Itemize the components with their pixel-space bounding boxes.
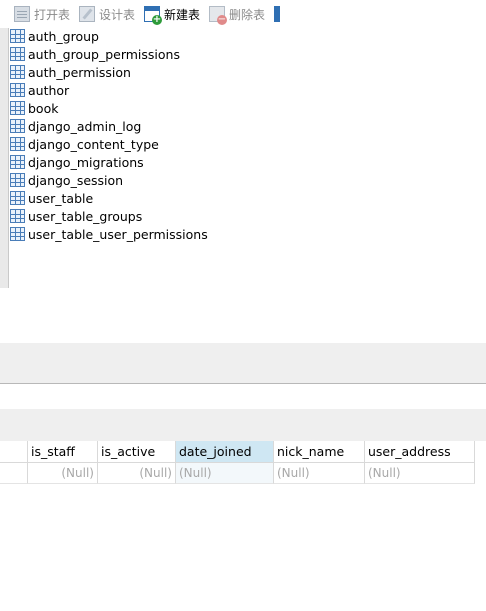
import-table-icon	[274, 6, 280, 22]
delete-table-button[interactable]: 删除表	[209, 4, 266, 25]
new-table-button[interactable]: 新建表	[144, 4, 201, 25]
column-header-date-joined[interactable]: date_joined	[176, 441, 274, 462]
table-item[interactable]: user_table	[10, 189, 310, 207]
column-header-is-active[interactable]: is_active	[98, 441, 176, 462]
table-item[interactable]: user_table_groups	[10, 207, 310, 225]
table-item[interactable]: django_admin_log	[10, 117, 310, 135]
table-item[interactable]: django_migrations	[10, 153, 310, 171]
table-icon	[10, 155, 25, 169]
open-table-label: 打开表	[34, 7, 71, 22]
table-name: author	[28, 82, 70, 98]
table-item[interactable]: auth_group	[10, 27, 310, 45]
table-name: django_migrations	[28, 154, 144, 170]
table-icon	[10, 29, 25, 43]
table-icon	[10, 101, 25, 115]
delete-table-icon	[209, 6, 227, 25]
grid-cell[interactable]	[0, 463, 28, 484]
open-table-button[interactable]: 打开表	[14, 4, 70, 24]
table-name: auth_permission	[28, 64, 131, 80]
table-name: user_table_groups	[28, 208, 143, 224]
column-header-user-address[interactable]: user_address	[365, 441, 475, 462]
column-header-is-staff[interactable]: is_staff	[28, 441, 98, 462]
table-item[interactable]: book	[10, 99, 310, 117]
more-toolbar-button[interactable]	[274, 4, 284, 24]
cell-date-joined[interactable]: (Null)	[176, 463, 274, 484]
table-icon	[10, 65, 25, 79]
table-item[interactable]: auth_group_permissions	[10, 45, 310, 63]
table-name: user_table	[28, 190, 94, 206]
table-item[interactable]: django_session	[10, 171, 310, 189]
table-row: (Null) (Null) (Null) (Null) (Null)	[0, 463, 475, 484]
table-name: book	[28, 100, 59, 116]
table-item[interactable]: django_content_type	[10, 135, 310, 153]
table-name: auth_group	[28, 28, 99, 44]
grid-header-cell[interactable]	[0, 441, 28, 462]
table-item[interactable]: auth_permission	[10, 63, 310, 81]
cell-user-address[interactable]: (Null)	[365, 463, 475, 484]
table-icon	[10, 227, 25, 241]
query-panel	[0, 343, 486, 384]
cell-is-staff[interactable]: (Null)	[28, 463, 98, 484]
cell-nick-name[interactable]: (Null)	[274, 463, 365, 484]
result-toolbar	[0, 409, 486, 441]
new-table-label: 新建表	[164, 7, 201, 22]
new-table-icon	[144, 6, 162, 25]
table-name: django_content_type	[28, 136, 159, 152]
table-icon	[10, 209, 25, 223]
table-icon	[10, 47, 25, 61]
table-icon	[10, 173, 25, 187]
grid-header-row: is_staff is_active date_joined nick_name…	[0, 441, 475, 463]
table-name: django_admin_log	[28, 118, 142, 134]
table-name: auth_group_permissions	[28, 46, 180, 62]
design-table-button[interactable]: 设计表	[79, 4, 135, 24]
cell-is-active[interactable]: (Null)	[98, 463, 176, 484]
left-panel-edge	[0, 0, 9, 288]
open-table-icon	[14, 6, 30, 22]
table-icon	[10, 83, 25, 97]
table-list: auth_group auth_group_permissions auth_p…	[10, 27, 310, 243]
table-icon	[10, 191, 25, 205]
object-toolbar: 打开表 设计表 新建表 删除表	[0, 0, 486, 28]
table-item[interactable]: author	[10, 81, 310, 99]
column-header-nick-name[interactable]: nick_name	[274, 441, 365, 462]
table-name: user_table_user_permissions	[28, 226, 208, 242]
design-table-icon	[79, 6, 95, 22]
table-item[interactable]: user_table_user_permissions	[10, 225, 310, 243]
delete-table-label: 删除表	[229, 7, 266, 22]
design-table-label: 设计表	[99, 7, 136, 22]
table-icon	[10, 137, 25, 151]
data-grid: is_staff is_active date_joined nick_name…	[0, 441, 475, 485]
table-icon	[10, 119, 25, 133]
table-name: django_session	[28, 172, 124, 188]
